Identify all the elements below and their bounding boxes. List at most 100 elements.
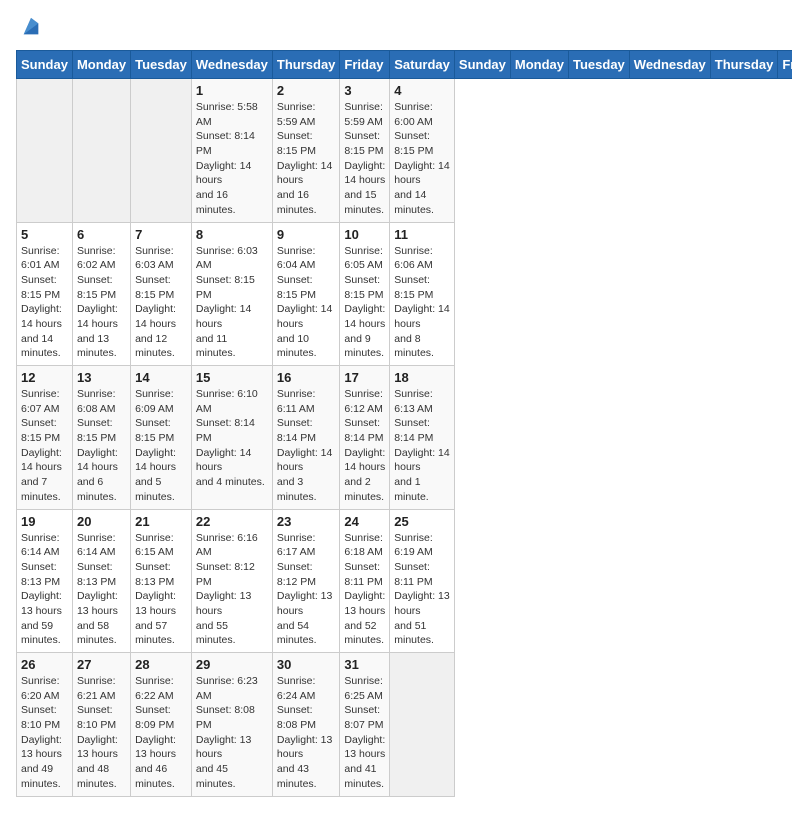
day-info: Sunrise: 6:12 AMSunset: 8:14 PMDaylight:… [344, 387, 385, 505]
calendar-cell: 4Sunrise: 6:00 AMSunset: 8:15 PMDaylight… [390, 79, 455, 223]
day-info: Sunrise: 6:23 AMSunset: 8:08 PMDaylight:… [196, 674, 268, 792]
day-info: Sunrise: 6:06 AMSunset: 8:15 PMDaylight:… [394, 244, 450, 362]
day-info: Sunrise: 6:21 AMSunset: 8:10 PMDaylight:… [77, 674, 126, 792]
day-number: 30 [277, 657, 336, 672]
page-header [16, 16, 776, 38]
day-info: Sunrise: 6:17 AMSunset: 8:12 PMDaylight:… [277, 531, 336, 649]
calendar-cell: 18 Sunrise: 6:13 AMSunset: 8:14 PMDayligh… [390, 366, 455, 510]
calendar-cell: 27 Sunrise: 6:21 AMSunset: 8:10 PMDayligh… [72, 653, 130, 797]
day-number: 1 [196, 83, 268, 98]
calendar-cell: 11 Sunrise: 6:06 AMSunset: 8:15 PMDayligh… [390, 222, 455, 366]
day-header-wednesday: Wednesday [191, 51, 272, 79]
calendar-cell: 6Sunrise: 6:02 AMSunset: 8:15 PMDaylight… [72, 222, 130, 366]
day-number: 22 [196, 514, 268, 529]
day-number: 16 [277, 370, 336, 385]
calendar-cell: 19 Sunrise: 6:14 AMSunset: 8:13 PMDayligh… [17, 509, 73, 653]
day-number: 24 [344, 514, 385, 529]
calendar-cell: 8Sunrise: 6:03 AMSunset: 8:15 PMDaylight… [191, 222, 272, 366]
calendar-cell: 25Sunrise: 6:19 AMSunset: 8:11 PMDayligh… [390, 509, 455, 653]
day-info: Sunrise: 6:11 AMSunset: 8:14 PMDaylight:… [277, 387, 336, 505]
calendar-cell: 24 Sunrise: 6:18 AMSunset: 8:11 PMDayligh… [340, 509, 390, 653]
calendar-cell: 7Sunrise: 6:03 AMSunset: 8:15 PMDaylight… [131, 222, 192, 366]
calendar-cell: 9Sunrise: 6:04 AMSunset: 8:15 PMDaylight… [272, 222, 340, 366]
day-header-saturday: Saturday [390, 51, 455, 79]
day-number: 27 [77, 657, 126, 672]
day-number: 9 [277, 227, 336, 242]
logo [16, 16, 42, 38]
calendar-cell: 5 Sunrise: 6:01 AMSunset: 8:15 PMDaylight… [17, 222, 73, 366]
day-info: Sunrise: 6:22 AMSunset: 8:09 PMDaylight:… [135, 674, 187, 792]
day-number: 23 [277, 514, 336, 529]
day-header-monday: Monday [72, 51, 130, 79]
calendar-cell: 1 Sunrise: 5:58 AMSunset: 8:14 PMDaylight… [191, 79, 272, 223]
day-number: 3 [344, 83, 385, 98]
calendar-week-2: 5 Sunrise: 6:01 AMSunset: 8:15 PMDaylight… [17, 222, 792, 366]
day-info: Sunrise: 6:00 AMSunset: 8:15 PMDaylight:… [394, 100, 450, 218]
calendar-cell [390, 653, 455, 797]
day-header-friday: Friday [778, 51, 792, 79]
calendar-cell [72, 79, 130, 223]
calendar-cell: 10Sunrise: 6:05 AMSunset: 8:15 PMDayligh… [340, 222, 390, 366]
day-header-wednesday: Wednesday [629, 51, 710, 79]
calendar-cell: 3 Sunrise: 5:59 AMSunset: 8:15 PMDaylight… [340, 79, 390, 223]
day-number: 31 [344, 657, 385, 672]
day-number: 17 [344, 370, 385, 385]
calendar-cell: 14Sunrise: 6:09 AMSunset: 8:15 PMDayligh… [131, 366, 192, 510]
day-info: Sunrise: 6:14 AMSunset: 8:13 PMDaylight:… [21, 531, 68, 649]
calendar-cell: 12 Sunrise: 6:07 AMSunset: 8:15 PMDayligh… [17, 366, 73, 510]
day-number: 20 [77, 514, 126, 529]
day-number: 18 [394, 370, 450, 385]
day-info: Sunrise: 6:07 AMSunset: 8:15 PMDaylight:… [21, 387, 68, 505]
calendar-cell: 20 Sunrise: 6:14 AMSunset: 8:13 PMDayligh… [72, 509, 130, 653]
calendar-week-4: 19 Sunrise: 6:14 AMSunset: 8:13 PMDayligh… [17, 509, 792, 653]
day-info: Sunrise: 6:15 AMSunset: 8:13 PMDaylight:… [135, 531, 187, 649]
day-info: Sunrise: 6:14 AMSunset: 8:13 PMDaylight:… [77, 531, 126, 649]
day-info: Sunrise: 6:03 AMSunset: 8:15 PMDaylight:… [135, 244, 187, 362]
day-header-tuesday: Tuesday [131, 51, 192, 79]
day-info: Sunrise: 5:59 AMSunset: 8:15 PMDaylight:… [277, 100, 336, 218]
calendar-cell: 21Sunrise: 6:15 AMSunset: 8:13 PMDayligh… [131, 509, 192, 653]
day-info: Sunrise: 6:02 AMSunset: 8:15 PMDaylight:… [77, 244, 126, 362]
day-info: Sunrise: 6:25 AMSunset: 8:07 PMDaylight:… [344, 674, 385, 792]
day-info: Sunrise: 6:13 AMSunset: 8:14 PMDaylight:… [394, 387, 450, 505]
day-header-sunday: Sunday [454, 51, 510, 79]
day-header-thursday: Thursday [710, 51, 778, 79]
day-info: Sunrise: 5:58 AMSunset: 8:14 PMDaylight:… [196, 100, 268, 218]
day-header-sunday: Sunday [17, 51, 73, 79]
day-info: Sunrise: 6:18 AMSunset: 8:11 PMDaylight:… [344, 531, 385, 649]
day-number: 25 [394, 514, 450, 529]
calendar-cell: 17 Sunrise: 6:12 AMSunset: 8:14 PMDayligh… [340, 366, 390, 510]
calendar-cell: 22 Sunrise: 6:16 AMSunset: 8:12 PMDayligh… [191, 509, 272, 653]
day-number: 29 [196, 657, 268, 672]
calendar-cell [131, 79, 192, 223]
day-number: 15 [196, 370, 268, 385]
day-number: 19 [21, 514, 68, 529]
day-header-monday: Monday [510, 51, 568, 79]
day-info: Sunrise: 6:08 AMSunset: 8:15 PMDaylight:… [77, 387, 126, 505]
day-number: 28 [135, 657, 187, 672]
day-info: Sunrise: 5:59 AMSunset: 8:15 PMDaylight:… [344, 100, 385, 218]
day-info: Sunrise: 6:20 AMSunset: 8:10 PMDaylight:… [21, 674, 68, 792]
day-number: 14 [135, 370, 187, 385]
day-number: 26 [21, 657, 68, 672]
calendar-cell: 29 Sunrise: 6:23 AMSunset: 8:08 PMDayligh… [191, 653, 272, 797]
calendar-cell: 26 Sunrise: 6:20 AMSunset: 8:10 PMDayligh… [17, 653, 73, 797]
day-number: 13 [77, 370, 126, 385]
calendar-week-1: 1 Sunrise: 5:58 AMSunset: 8:14 PMDaylight… [17, 79, 792, 223]
day-info: Sunrise: 6:05 AMSunset: 8:15 PMDaylight:… [344, 244, 385, 362]
day-number: 12 [21, 370, 68, 385]
day-info: Sunrise: 6:10 AMSunset: 8:14 PMDaylight:… [196, 387, 268, 490]
calendar-cell: 16 Sunrise: 6:11 AMSunset: 8:14 PMDayligh… [272, 366, 340, 510]
day-info: Sunrise: 6:24 AMSunset: 8:08 PMDaylight:… [277, 674, 336, 792]
calendar-cell: 15 Sunrise: 6:10 AMSunset: 8:14 PMDayligh… [191, 366, 272, 510]
calendar-table: SundayMondayTuesdayWednesdayThursdayFrid… [16, 50, 792, 797]
day-info: Sunrise: 6:01 AMSunset: 8:15 PMDaylight:… [21, 244, 68, 362]
day-info: Sunrise: 6:03 AMSunset: 8:15 PMDaylight:… [196, 244, 268, 362]
day-number: 5 [21, 227, 68, 242]
day-info: Sunrise: 6:16 AMSunset: 8:12 PMDaylight:… [196, 531, 268, 649]
calendar-cell: 13 Sunrise: 6:08 AMSunset: 8:15 PMDayligh… [72, 366, 130, 510]
day-number: 11 [394, 227, 450, 242]
day-header-friday: Friday [340, 51, 390, 79]
calendar-cell: 23 Sunrise: 6:17 AMSunset: 8:12 PMDayligh… [272, 509, 340, 653]
logo-icon [20, 16, 42, 38]
